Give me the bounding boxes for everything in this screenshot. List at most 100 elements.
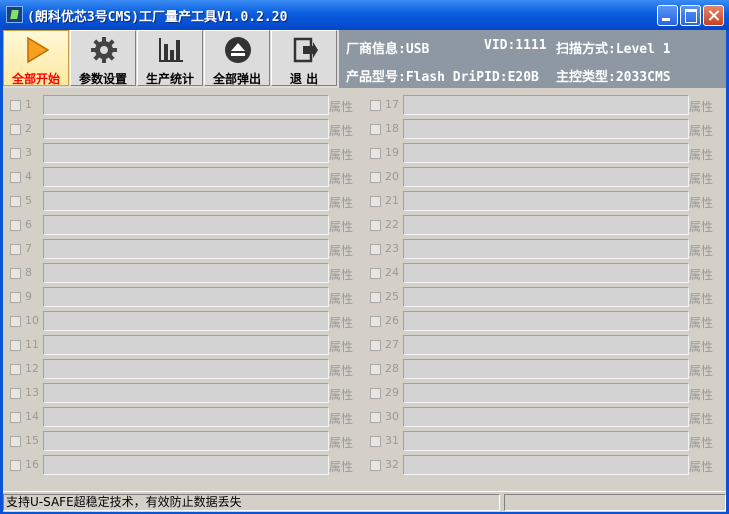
port-attribute-button[interactable]: 属性 bbox=[689, 458, 713, 475]
port-checkbox[interactable] bbox=[10, 460, 21, 471]
statistics-button[interactable]: 生产统计 bbox=[137, 30, 203, 86]
port-attribute-button[interactable]: 属性 bbox=[689, 242, 713, 259]
port-attribute-button[interactable]: 属性 bbox=[329, 98, 353, 115]
port-checkbox[interactable] bbox=[370, 340, 381, 351]
port-checkbox[interactable] bbox=[10, 148, 21, 159]
port-status-field bbox=[403, 167, 689, 187]
port-number: 27 bbox=[385, 338, 399, 351]
port-checkbox[interactable] bbox=[370, 388, 381, 399]
port-checkbox[interactable] bbox=[370, 412, 381, 423]
port-checkbox[interactable] bbox=[10, 268, 21, 279]
start-all-button[interactable]: 全部开始 bbox=[3, 30, 69, 86]
port-attribute-button[interactable]: 属性 bbox=[689, 314, 713, 331]
port-checkbox[interactable] bbox=[370, 364, 381, 375]
port-attribute-button[interactable]: 属性 bbox=[689, 362, 713, 379]
port-row: 25 属性 bbox=[370, 286, 720, 310]
port-attribute-button[interactable]: 属性 bbox=[329, 314, 353, 331]
port-checkbox[interactable] bbox=[370, 124, 381, 135]
port-checkbox[interactable] bbox=[370, 220, 381, 231]
port-attribute-button[interactable]: 属性 bbox=[329, 386, 353, 403]
eject-all-button[interactable]: 全部弹出 bbox=[204, 30, 270, 86]
exit-button[interactable]: 退 出 bbox=[271, 30, 337, 86]
port-checkbox[interactable] bbox=[370, 100, 381, 111]
minimize-button[interactable] bbox=[657, 5, 678, 26]
port-checkbox[interactable] bbox=[370, 316, 381, 327]
port-row: 2 属性 bbox=[10, 118, 360, 142]
port-checkbox[interactable] bbox=[10, 412, 21, 423]
port-checkbox[interactable] bbox=[370, 196, 381, 207]
port-checkbox[interactable] bbox=[370, 460, 381, 471]
port-row: 18 属性 bbox=[370, 118, 720, 142]
port-row: 28 属性 bbox=[370, 358, 720, 382]
port-checkbox[interactable] bbox=[370, 148, 381, 159]
port-status-field bbox=[403, 359, 689, 379]
port-status-field bbox=[403, 455, 689, 475]
port-attribute-button[interactable]: 属性 bbox=[689, 266, 713, 283]
port-attribute-button[interactable]: 属性 bbox=[689, 410, 713, 427]
port-row: 13 属性 bbox=[10, 382, 360, 406]
port-attribute-button[interactable]: 属性 bbox=[329, 338, 353, 355]
port-attribute-button[interactable]: 属性 bbox=[329, 146, 353, 163]
port-attribute-button[interactable]: 属性 bbox=[689, 338, 713, 355]
port-status-field bbox=[43, 119, 329, 139]
port-row: 27 属性 bbox=[370, 334, 720, 358]
port-attribute-button[interactable]: 属性 bbox=[329, 242, 353, 259]
port-row: 24 属性 bbox=[370, 262, 720, 286]
port-row: 19 属性 bbox=[370, 142, 720, 166]
port-checkbox[interactable] bbox=[10, 436, 21, 447]
port-checkbox[interactable] bbox=[10, 388, 21, 399]
port-checkbox[interactable] bbox=[10, 196, 21, 207]
port-attribute-button[interactable]: 属性 bbox=[689, 386, 713, 403]
port-checkbox[interactable] bbox=[10, 244, 21, 255]
port-attribute-button[interactable]: 属性 bbox=[329, 194, 353, 211]
port-attribute-button[interactable]: 属性 bbox=[689, 98, 713, 115]
status-bar: 支持U-SAFE超稳定技术，有效防止数据丢失 bbox=[3, 491, 726, 512]
port-number: 22 bbox=[385, 218, 399, 231]
port-checkbox[interactable] bbox=[10, 172, 21, 183]
app-icon[interactable] bbox=[6, 6, 23, 23]
title-bar[interactable]: (朗科优芯3号CMS)工厂量产工具V1.0.2.20 bbox=[0, 0, 729, 30]
maximize-button[interactable] bbox=[680, 5, 701, 26]
port-row: 5 属性 bbox=[10, 190, 360, 214]
controller-type-info: 主控类型:2033CMS bbox=[556, 70, 671, 85]
port-checkbox[interactable] bbox=[370, 172, 381, 183]
port-checkbox[interactable] bbox=[370, 244, 381, 255]
port-checkbox[interactable] bbox=[10, 364, 21, 375]
port-attribute-button[interactable]: 属性 bbox=[689, 170, 713, 187]
port-attribute-button[interactable]: 属性 bbox=[689, 218, 713, 235]
port-attribute-button[interactable]: 属性 bbox=[329, 122, 353, 139]
port-attribute-button[interactable]: 属性 bbox=[329, 218, 353, 235]
port-checkbox[interactable] bbox=[370, 292, 381, 303]
bar-chart-icon bbox=[159, 38, 183, 62]
port-attribute-button[interactable]: 属性 bbox=[689, 122, 713, 139]
port-checkbox[interactable] bbox=[10, 124, 21, 135]
port-attribute-button[interactable]: 属性 bbox=[329, 266, 353, 283]
port-checkbox[interactable] bbox=[10, 316, 21, 327]
port-number: 19 bbox=[385, 146, 399, 159]
port-checkbox[interactable] bbox=[10, 340, 21, 351]
port-attribute-button[interactable]: 属性 bbox=[689, 290, 713, 307]
port-attribute-button[interactable]: 属性 bbox=[329, 434, 353, 451]
port-checkbox[interactable] bbox=[370, 436, 381, 447]
settings-button[interactable]: 参数设置 bbox=[70, 30, 136, 86]
port-attribute-button[interactable]: 属性 bbox=[689, 194, 713, 211]
port-status-field bbox=[43, 407, 329, 427]
port-checkbox[interactable] bbox=[10, 292, 21, 303]
port-checkbox[interactable] bbox=[370, 268, 381, 279]
port-number: 17 bbox=[385, 98, 399, 111]
port-attribute-button[interactable]: 属性 bbox=[689, 434, 713, 451]
port-checkbox[interactable] bbox=[10, 100, 21, 111]
port-attribute-button[interactable]: 属性 bbox=[329, 410, 353, 427]
port-row: 29 属性 bbox=[370, 382, 720, 406]
port-number: 3 bbox=[25, 146, 32, 159]
port-checkbox[interactable] bbox=[10, 220, 21, 231]
port-attribute-button[interactable]: 属性 bbox=[329, 362, 353, 379]
port-number: 23 bbox=[385, 242, 399, 255]
port-attribute-button[interactable]: 属性 bbox=[329, 290, 353, 307]
vid-info: VID:1111 bbox=[484, 38, 547, 53]
close-button[interactable] bbox=[703, 5, 724, 26]
port-attribute-button[interactable]: 属性 bbox=[329, 458, 353, 475]
port-attribute-button[interactable]: 属性 bbox=[689, 146, 713, 163]
port-status-field bbox=[403, 335, 689, 355]
port-attribute-button[interactable]: 属性 bbox=[329, 170, 353, 187]
